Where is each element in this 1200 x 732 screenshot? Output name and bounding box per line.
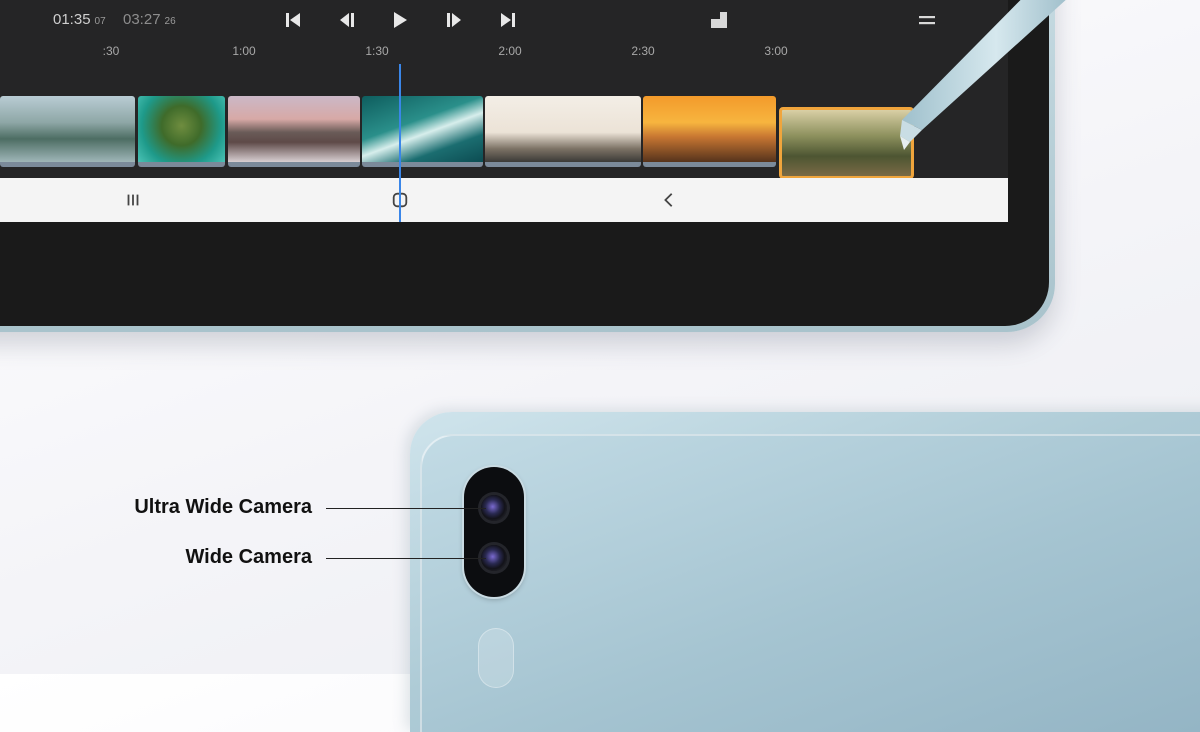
android-nav-bar — [0, 178, 1008, 222]
step-back-icon[interactable] — [333, 7, 361, 33]
playhead[interactable] — [399, 64, 401, 222]
wide-leader-line — [326, 558, 486, 559]
step-forward-icon[interactable] — [440, 7, 468, 33]
magnetic-pen-area — [478, 628, 514, 688]
skip-to-end-icon[interactable] — [494, 7, 522, 33]
ruler-tick: 1:00 — [232, 44, 256, 58]
aspect-ratio-icon[interactable] — [705, 7, 733, 33]
timeline-clip-surfer[interactable] — [485, 96, 641, 167]
timeline-clip-aerial-island[interactable] — [138, 96, 225, 167]
tablet-back — [410, 412, 1200, 732]
video-editor-screen: 01:35 07 03:27 26:30 1:00 1:30 2:00 2:3… — [0, 0, 1008, 222]
ultra-wide-leader-line — [326, 508, 486, 509]
wide-camera-label: Wide Camera — [185, 546, 312, 568]
timeline-clip-kirkjufell[interactable] — [228, 96, 360, 167]
timeline-clip-mountain-lake[interactable] — [0, 96, 135, 167]
camera-module — [464, 467, 524, 597]
play-icon[interactable] — [386, 7, 414, 33]
timeline-ruler: :30 1:00 1:30 2:00 2:30 3:00 — [0, 44, 1008, 64]
timeline-clip-ocean-waves[interactable] — [362, 96, 483, 167]
total-time: 03:27 26 — [123, 11, 176, 28]
current-time: 01:35 07 — [53, 11, 106, 28]
recents-icon[interactable] — [121, 189, 145, 211]
ultra-wide-camera-label: Ultra Wide Camera — [134, 496, 312, 518]
ruler-tick: 2:00 — [498, 44, 522, 58]
back-icon[interactable] — [657, 189, 681, 211]
timeline-clip-sunset-surfer[interactable] — [643, 96, 776, 167]
ruler-tick: 3:00 — [764, 44, 788, 58]
ruler-tick: :30 — [102, 44, 120, 58]
ruler-tick: 1:30 — [365, 44, 389, 58]
tablet-back-panel — [420, 434, 1200, 732]
playback-toolbar: 01:35 07 03:27 26 — [0, 0, 1008, 40]
ruler-tick: 2:30 — [631, 44, 655, 58]
s-pen-stylus — [900, 0, 1066, 150]
skip-to-start-icon[interactable] — [279, 7, 307, 33]
